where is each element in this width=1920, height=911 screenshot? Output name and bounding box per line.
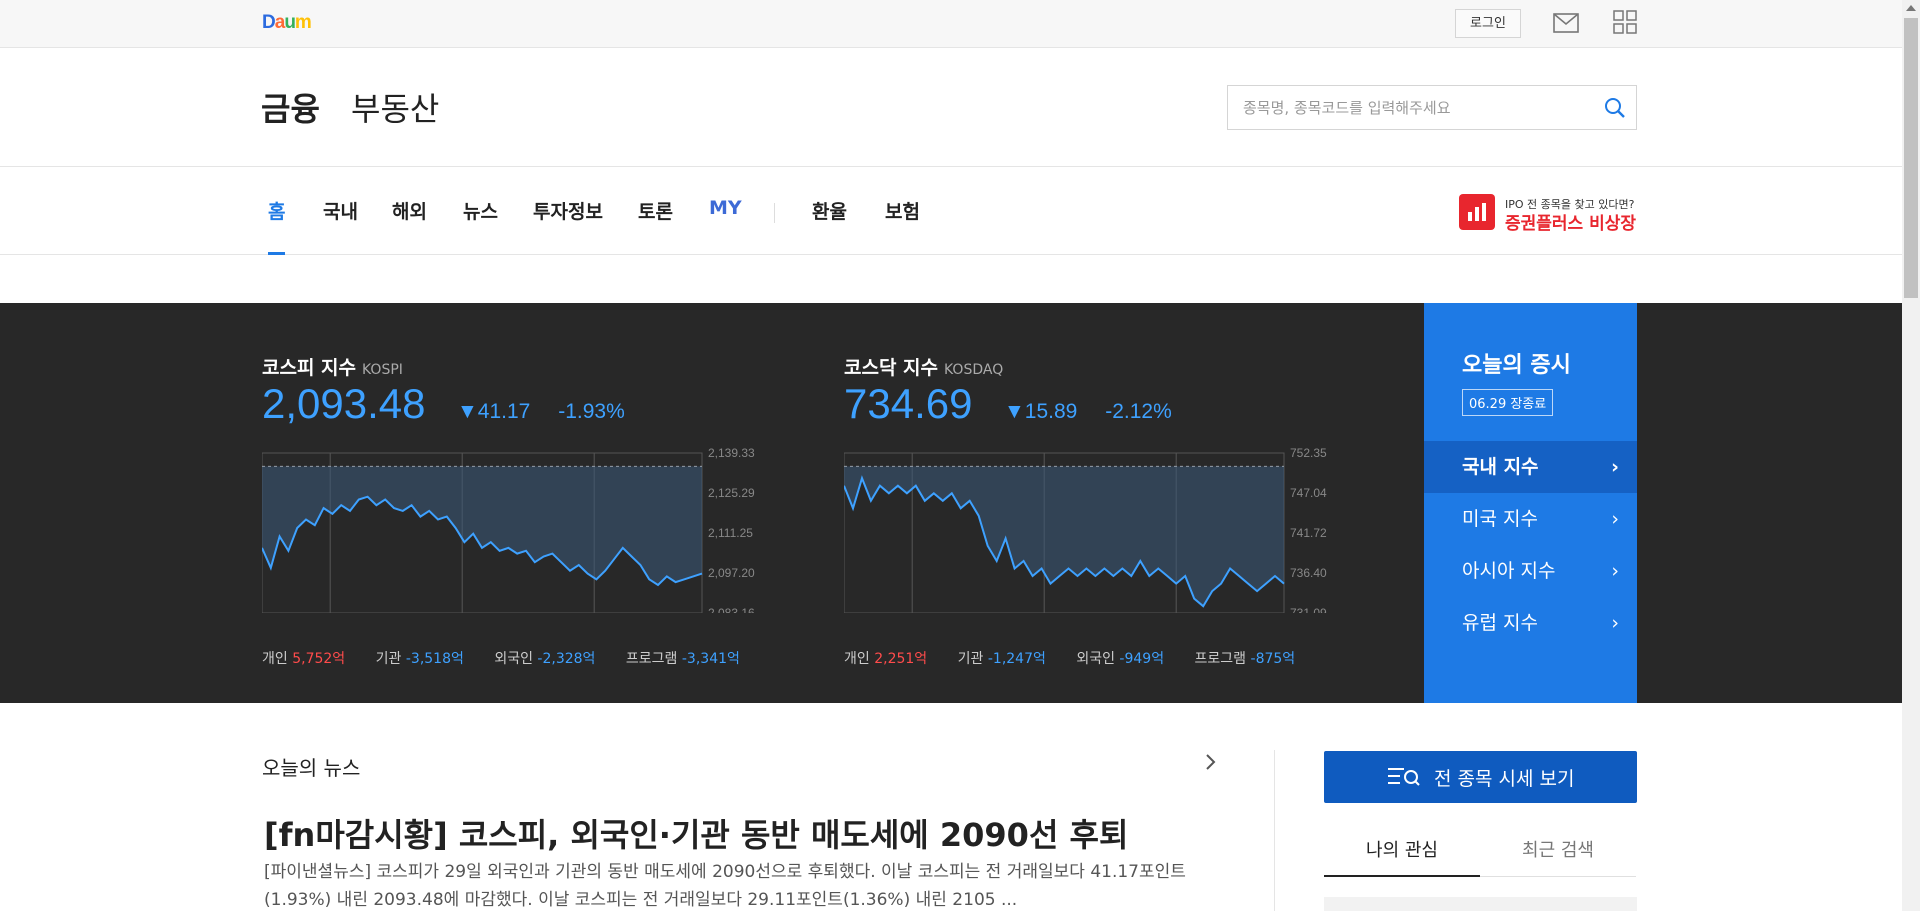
today-market-panel: 오늘의 증시 06.29 장종료 국내 지수 › 미국 지수 › 아시아 지수 › 유…: [1424, 303, 1637, 703]
news-section-title: 오늘의 뉴스: [262, 756, 361, 780]
investor-institution: 기관 -1,247억: [957, 651, 1046, 667]
investor-foreign: 외국인 -949억: [1076, 651, 1165, 667]
today-item-us[interactable]: 미국 지수 ›: [1424, 493, 1637, 545]
page-scrollbar[interactable]: [1902, 0, 1920, 911]
nav-invest-info[interactable]: 투자정보: [533, 197, 603, 255]
scroll-thumb[interactable]: [1904, 18, 1918, 298]
down-arrow-icon: ▼: [457, 400, 478, 423]
list-search-icon: [1386, 764, 1422, 793]
today-item-asia[interactable]: 아시아 지수 ›: [1424, 545, 1637, 597]
news-summary[interactable]: [파이낸셜뉴스] 코스피가 29일 외국인과 기관의 동반 매도세에 2090선…: [264, 858, 1214, 911]
market-summary: 코스피 지수KOSPI 2,093.48 ▼41.17 -1.93% 10:00…: [0, 303, 1902, 703]
tab-my-interest[interactable]: 나의 관심: [1324, 825, 1480, 877]
today-item-domestic[interactable]: 국내 지수 ›: [1424, 441, 1637, 493]
y-tick-label: 2,111.25: [708, 526, 753, 540]
tab-recent-search[interactable]: 최근 검색: [1480, 825, 1636, 877]
nav-news[interactable]: 뉴스: [463, 197, 498, 255]
y-tick-label: 752.35: [1290, 446, 1327, 460]
index-title: 코스피 지수 KOSPI: [262, 357, 403, 379]
nav-my[interactable]: MY: [709, 197, 742, 255]
nav-domestic[interactable]: 국내: [323, 197, 358, 255]
y-tick-label: 2,139.33: [708, 446, 755, 460]
index-value: 734.69: [844, 380, 973, 427]
index-change: ▼15.89 -2.12%: [1004, 400, 1172, 423]
kosdaq-panel[interactable]: 코스닥 지수KOSDAQ 734.69 ▼15.89 -2.12% 10:001…: [844, 303, 1364, 703]
mail-icon[interactable]: [1553, 13, 1579, 37]
chevron-right-icon: ›: [1611, 456, 1619, 478]
chevron-right-icon: ›: [1611, 612, 1619, 634]
top-bar: Daum 로그인: [0, 0, 1902, 48]
nav-overseas[interactable]: 해외: [392, 197, 427, 255]
kospi-chart: 10:0012:002:002,139.332,125.292,111.252,…: [262, 446, 755, 613]
app-grid-icon[interactable]: [1613, 10, 1637, 38]
tab-real-estate[interactable]: 부동산: [351, 84, 439, 130]
index-change: ▼41.17 -1.93%: [457, 400, 625, 423]
area-fill: [262, 466, 702, 585]
tab-finance[interactable]: 금융: [261, 84, 320, 130]
y-tick-label: 2,097.20: [708, 566, 755, 580]
daum-logo[interactable]: Daum: [262, 12, 312, 34]
down-arrow-icon: ▼: [1004, 400, 1025, 423]
investor-foreign: 외국인 -2,328억: [494, 651, 596, 667]
kosdaq-chart: 10:0012:002:00752.35747.04741.72736.4073…: [844, 446, 1327, 613]
chevron-right-icon: ›: [1611, 560, 1619, 582]
promo-banner[interactable]: IPO 전 종목을 찾고 있다면? 증권플러스 비상장: [1459, 194, 1639, 234]
chevron-right-icon[interactable]: [1205, 752, 1217, 776]
scroll-up-arrow-icon[interactable]: [1906, 5, 1916, 11]
header: 금융 부동산: [0, 48, 1902, 167]
investor-institution: 기관 -3,518억: [375, 651, 464, 667]
column-divider: [1274, 750, 1275, 911]
search-icon[interactable]: [1604, 97, 1626, 123]
y-tick-label: 2,083.16: [708, 606, 755, 613]
market-close-badge: 06.29 장종료: [1462, 389, 1554, 416]
nav-divider: [774, 203, 775, 223]
y-tick-label: 747.04: [1290, 486, 1327, 500]
stock-plus-icon: [1459, 194, 1495, 230]
investor-individual: 개인 2,251억: [844, 651, 928, 667]
investor-program: 프로그램 -875억: [1194, 651, 1296, 667]
today-title: 오늘의 증시: [1462, 353, 1571, 378]
investor-program: 프로그램 -3,341억: [625, 651, 740, 667]
investor-flows: 개인 2,251억 기관 -1,247억 외국인 -949억 프로그램 -875…: [844, 648, 1321, 668]
kospi-panel[interactable]: 코스피 지수KOSPI 2,093.48 ▼41.17 -1.93% 10:00…: [262, 303, 782, 703]
search-box: [1227, 85, 1637, 130]
index-title: 코스닥 지수 KOSDAQ: [844, 357, 1004, 379]
y-tick-label: 741.72: [1290, 526, 1327, 540]
main-nav: 홈 국내 해외 뉴스 투자정보 토론 MY 환율 보험 IPO 전 종목을 찾고…: [0, 167, 1902, 255]
promo-title: 증권플러스 비상장: [1505, 214, 1637, 234]
investor-individual: 개인 5,752억: [262, 651, 346, 667]
nav-discussion[interactable]: 토론: [638, 197, 673, 255]
investor-flows: 개인 5,752억 기관 -3,518억 외국인 -2,328억 프로그램 -3…: [262, 648, 766, 668]
nav-exchange[interactable]: 환율: [812, 197, 847, 255]
all-prices-button[interactable]: 전 종목 시세 보기: [1324, 751, 1637, 803]
interest-list-panel: [1324, 897, 1637, 911]
index-value: 2,093.48: [262, 380, 426, 427]
y-tick-label: 731.09: [1290, 606, 1327, 613]
y-tick-label: 736.40: [1290, 566, 1327, 580]
search-input[interactable]: [1228, 86, 1588, 129]
chevron-right-icon: ›: [1611, 508, 1619, 530]
login-button[interactable]: 로그인: [1455, 9, 1521, 38]
nav-home[interactable]: 홈: [268, 197, 286, 255]
today-item-europe[interactable]: 유럽 지수 ›: [1424, 597, 1637, 649]
nav-insurance[interactable]: 보험: [885, 197, 920, 255]
y-tick-label: 2,125.29: [708, 486, 755, 500]
news-headline[interactable]: [fn마감시황] 코스피, 외국인·기관 동반 매도세에 2090선 후퇴: [264, 810, 1128, 856]
